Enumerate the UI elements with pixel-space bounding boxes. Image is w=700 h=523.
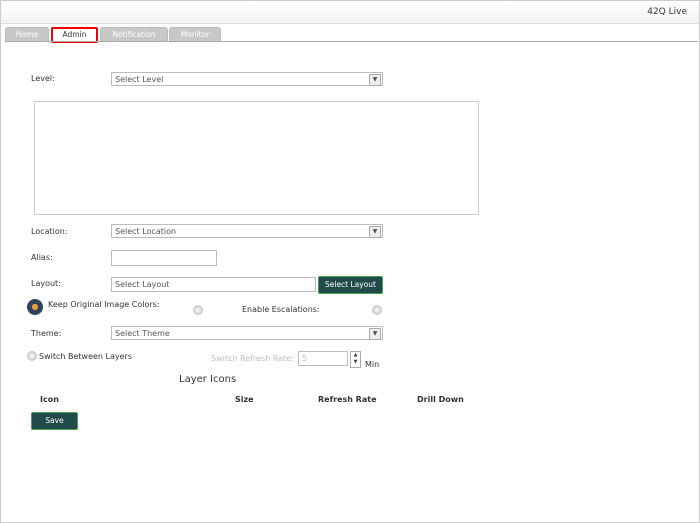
location-value: Select Location (115, 227, 177, 236)
layout-input[interactable]: Select Layout (111, 277, 316, 292)
enable-escalations-toggle[interactable] (372, 305, 382, 315)
tab-home[interactable]: Home (5, 27, 49, 41)
save-button[interactable]: Save (31, 412, 78, 430)
switch-layers-label: Switch Between Layers (39, 352, 133, 361)
keep-colors-label: Keep Original Image Colors: (48, 300, 160, 309)
select-layout-button[interactable]: Select Layout (318, 276, 383, 294)
switch-rate-unit: Min (365, 360, 380, 369)
tab-monitor[interactable]: Monitor (169, 27, 221, 41)
theme-value: Select Theme (115, 329, 170, 338)
level-value: Select Level (115, 75, 164, 84)
level-list[interactable] (34, 101, 479, 215)
switch-rate-input[interactable]: 5 (298, 351, 348, 366)
alias-label: Alias: (31, 253, 53, 262)
app-title: 42Q Live (647, 7, 687, 17)
column-size: Size (235, 395, 254, 404)
level-label: Level: (31, 74, 55, 83)
chevron-down-icon: ▼ (369, 328, 381, 340)
column-refresh-rate: Refresh Rate (318, 395, 377, 404)
chevron-down-icon: ▼ (369, 226, 381, 238)
layer-icons-title: Layer Icons (179, 374, 237, 385)
enable-escalations-label: Enable Escalations: (242, 305, 320, 314)
switch-layers-toggle[interactable] (27, 351, 37, 361)
theme-select[interactable]: Select Theme ▼ (111, 326, 383, 340)
stepper-arrows-icon[interactable]: ▲ ▼ (350, 351, 361, 368)
tab-notification[interactable]: Notification (100, 27, 168, 41)
column-icon: Icon (40, 395, 59, 404)
theme-label: Theme: (31, 329, 62, 338)
chevron-down-icon: ▼ (369, 74, 381, 86)
keep-colors-toggle[interactable] (193, 305, 203, 315)
alias-input[interactable] (111, 250, 217, 266)
tab-divider (5, 41, 698, 42)
level-select[interactable]: Select Level ▼ (111, 72, 383, 86)
top-bar: 42Q Live (1, 1, 699, 24)
switch-rate-label: Switch Refresh Rate: (211, 354, 294, 363)
color-drops-icon: ● (27, 299, 43, 315)
location-label: Location: (31, 227, 68, 236)
layout-label: Layout: (31, 279, 61, 288)
column-drill-down: Drill Down (417, 395, 464, 404)
location-select[interactable]: Select Location ▼ (111, 224, 383, 238)
